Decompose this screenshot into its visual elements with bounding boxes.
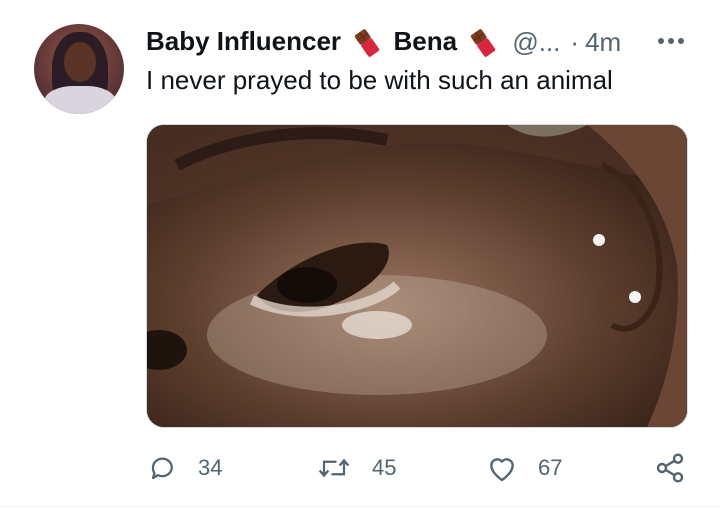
tweet-photo[interactable] <box>146 124 688 428</box>
like-button[interactable]: 67 <box>486 448 562 488</box>
author-handle[interactable]: @... <box>512 27 560 58</box>
heart-icon <box>490 458 514 482</box>
reply-count: 34 <box>198 455 223 480</box>
chocolate-bar-emoji-icon <box>471 29 496 57</box>
tweet[interactable]: Baby Influencer Bena @... · 4m I never p… <box>0 0 720 512</box>
tweet-divider <box>0 506 720 507</box>
author-name[interactable]: Baby Influencer Bena <box>146 26 502 58</box>
tweet-timestamp[interactable]: 4m <box>585 27 621 58</box>
share-icon <box>656 453 684 483</box>
chocolate-bar-emoji-icon <box>355 29 380 57</box>
author-name-part1: Baby Influencer <box>146 25 342 56</box>
share-button[interactable] <box>654 448 706 488</box>
avatar[interactable] <box>34 24 124 114</box>
retweet-icon <box>318 458 350 478</box>
tweet-text: I never prayed to be with such an animal <box>146 65 613 95</box>
retweet-button[interactable]: 45 <box>316 448 396 488</box>
like-count: 67 <box>538 455 563 480</box>
more-options-icon[interactable] <box>654 26 688 56</box>
tweet-header: Baby Influencer Bena @... · 4m <box>146 24 621 60</box>
reply-button[interactable]: 34 <box>148 448 222 488</box>
tweet-actions: 34 45 67 <box>0 448 720 488</box>
retweet-count: 45 <box>372 455 397 480</box>
avatar-shirt <box>44 86 116 114</box>
reply-icon <box>151 457 173 480</box>
photo-content <box>147 125 687 427</box>
avatar-face <box>64 42 96 82</box>
author-name-part2: Bena <box>393 25 458 56</box>
separator-dot: · <box>570 26 580 57</box>
